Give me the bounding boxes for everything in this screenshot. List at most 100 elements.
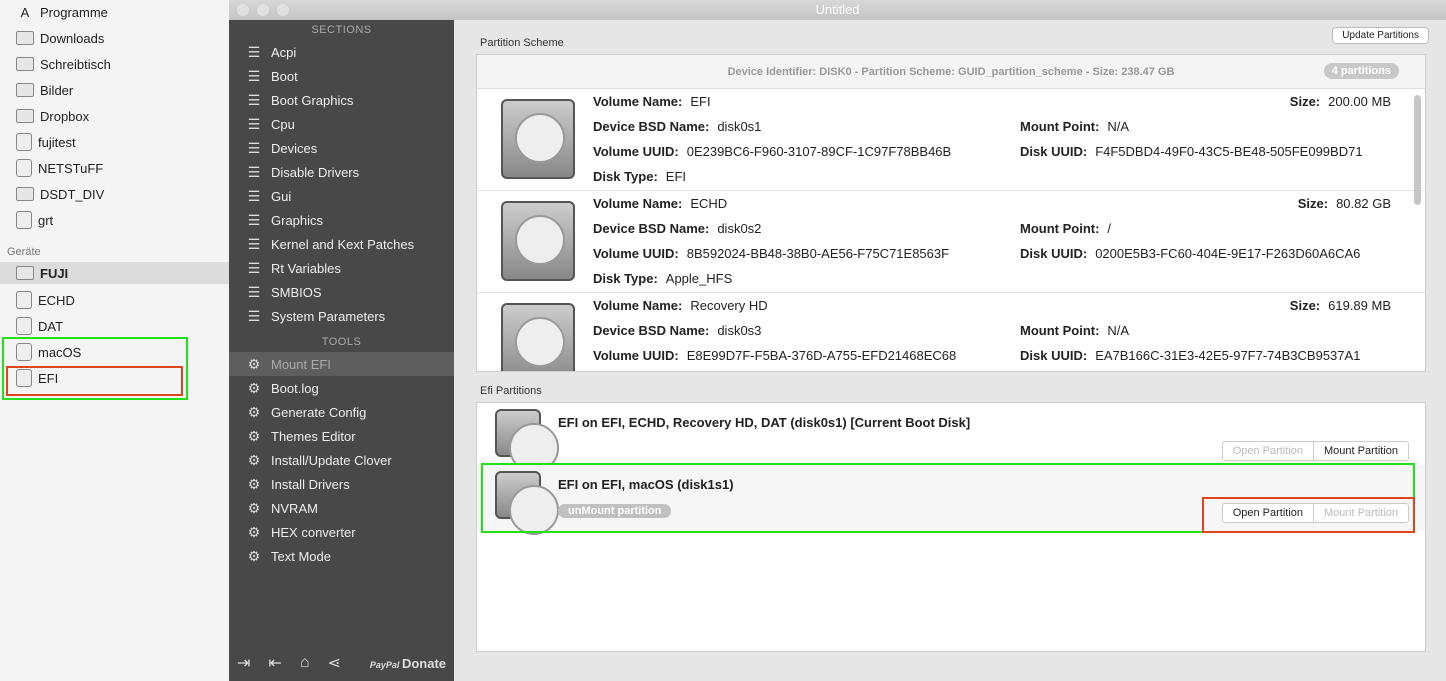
field-label: Device BSD Name:	[593, 323, 710, 338]
size: Size: 619.89 MB	[1290, 298, 1391, 313]
disk-uuid: Disk UUID: F4F5DBD4-49F0-43C5-BE48-505FE0…	[1020, 144, 1363, 159]
donate-button[interactable]: PayPal Donate	[370, 656, 446, 671]
paypal-icon: PayPal	[369, 659, 402, 670]
tools-header: TOOLS	[321, 336, 362, 348]
folder-icon	[16, 187, 34, 201]
field-label: Disk UUID:	[1020, 246, 1088, 261]
import-icon[interactable]: ⇥	[237, 653, 250, 673]
volume-name: Volume Name: EFI	[593, 94, 711, 109]
sidebar-item-rt-variables[interactable]: ☰ Rt Variables	[229, 256, 454, 280]
computer-icon	[16, 266, 34, 280]
sidebar-item-gui[interactable]: ☰ Gui	[229, 184, 454, 208]
folder-icon	[16, 31, 34, 45]
tool-item-install-update-clover[interactable]: ⚙ Install/Update Clover	[229, 448, 454, 472]
sidebar-item-cpu[interactable]: ☰ Cpu	[229, 112, 454, 136]
red-highlight	[6, 366, 183, 396]
app-window: Untitled SECTIONS ☰ Acpi ☰ Boot ☰ Boot Graphi…	[229, 0, 1446, 681]
finder-item-schreibtisch[interactable]: Schreibtisch	[16, 53, 226, 75]
field-value: 80.82 GB	[1336, 196, 1391, 211]
tool-item-install-drivers[interactable]: ⚙ Install Drivers	[229, 472, 454, 496]
finder-device-echd[interactable]: ECHD	[16, 289, 226, 311]
sidebar-item-graphics[interactable]: ☰ Graphics	[229, 208, 454, 232]
finder-item-grt[interactable]: grt	[16, 209, 226, 231]
main-panel: Partition Scheme Update Partitions Devic…	[454, 20, 1446, 681]
list-icon: ☰	[247, 115, 261, 132]
update-partitions-button[interactable]: Update Partitions	[1332, 27, 1429, 44]
finder-item-netstuff[interactable]: NETSTuFF	[16, 157, 226, 179]
title-bar: Untitled	[229, 0, 1446, 20]
tool-item-boot-log[interactable]: ⚙ Boot.log	[229, 376, 454, 400]
sidebar-item-devices[interactable]: ☰ Devices	[229, 136, 454, 160]
efi-row[interactable]: EFI on EFI, ECHD, Recovery HD, DAT (disk…	[477, 403, 1425, 473]
efi-partitions-label: Efi Partitions	[480, 385, 542, 397]
mount-point: Mount Point: N/A	[1020, 323, 1129, 338]
tool-icon: ⚙	[247, 427, 261, 444]
sections-header: SECTIONS	[311, 24, 372, 36]
field-value: N/A	[1107, 119, 1130, 134]
tool-item-hex-converter[interactable]: ⚙ HEX converter	[229, 520, 454, 544]
sidebar: SECTIONS ☰ Acpi ☰ Boot ☰ Boot Graphics ☰ Cpu ☰ De…	[229, 20, 454, 681]
field-value: disk0s3	[717, 323, 762, 338]
field-value: 200.00 MB	[1328, 94, 1391, 109]
export-icon[interactable]: ⇤	[268, 653, 281, 673]
close-button[interactable]	[237, 4, 249, 16]
list-icon: ☰	[247, 259, 261, 276]
sidebar-item-acpi[interactable]: ☰ Acpi	[229, 40, 454, 64]
sidebar-item-kernel-and-kext-patches[interactable]: ☰ Kernel and Kext Patches	[229, 232, 454, 256]
finder-item-fujitest[interactable]: fujitest	[16, 131, 226, 153]
finder-item-dropbox[interactable]: Dropbox	[16, 105, 226, 127]
field-value: disk0s2	[717, 221, 762, 236]
minimize-button[interactable]	[257, 4, 269, 16]
folder-icon	[16, 109, 34, 123]
disk-icon	[16, 211, 32, 229]
tool-item-mount-efi[interactable]: ⚙ Mount EFI	[229, 352, 454, 376]
bottom-toolbar: ⇥ ⇤ ⌂ ⋖ PayPal Donate	[237, 653, 446, 673]
tool-item-nvram[interactable]: ⚙ NVRAM	[229, 496, 454, 520]
apps-icon: A	[20, 4, 30, 20]
size: Size: 80.82 GB	[1298, 196, 1391, 211]
sidebar-item-boot[interactable]: ☰ Boot	[229, 64, 454, 88]
volume-uuid: Volume UUID: E8E99D7F-F5BA-376D-A755-EFD2…	[593, 348, 956, 363]
mount-partition-button[interactable]: Mount Partition	[1314, 442, 1408, 460]
list-icon: ☰	[247, 163, 261, 180]
field-label: Size:	[1297, 196, 1329, 211]
field-label: Volume Name:	[593, 298, 683, 313]
field-value: EFI	[665, 169, 687, 184]
partition-row: Volume Name: Recovery HD Device BSD Name: d…	[477, 293, 1425, 371]
hard-drive-icon	[495, 409, 559, 473]
sidebar-item-system-parameters[interactable]: ☰ System Parameters	[229, 304, 454, 328]
tool-item-generate-config[interactable]: ⚙ Generate Config	[229, 400, 454, 424]
bsd-name: Device BSD Name: disk0s3	[593, 323, 761, 338]
tool-item-themes-editor[interactable]: ⚙ Themes Editor	[229, 424, 454, 448]
finder-device-dat[interactable]: DAT	[16, 315, 226, 337]
disk-uuid: Disk UUID: 0200E5B3-FC60-404E-9E17-F263D6…	[1020, 246, 1360, 261]
list-icon: ☰	[247, 283, 261, 300]
open-partition-button[interactable]: Open Partition	[1223, 442, 1315, 460]
list-icon: ☰	[247, 43, 261, 60]
list-icon: ☰	[247, 91, 261, 108]
finder-item-programme[interactable]: A Programme	[16, 1, 226, 23]
red-highlight	[1202, 497, 1415, 533]
finder-item-dsdt-div[interactable]: DSDT_DIV	[16, 183, 226, 205]
sidebar-item-smbios[interactable]: ☰ SMBIOS	[229, 280, 454, 304]
scrollbar[interactable]	[1414, 95, 1421, 205]
zoom-button[interactable]	[277, 4, 289, 16]
field-value: 619.89 MB	[1328, 298, 1391, 313]
field-value: disk0s1	[717, 119, 762, 134]
list-icon: ☰	[247, 187, 261, 204]
partition-count-badge: 4 partitions	[1323, 63, 1399, 79]
list-icon: ☰	[247, 211, 261, 228]
tool-item-text-mode[interactable]: ⚙ Text Mode	[229, 544, 454, 568]
finder-item-bilder[interactable]: Bilder	[16, 79, 226, 101]
field-label: Volume UUID:	[593, 348, 679, 363]
field-value: E8E99D7F-F5BA-376D-A755-EFD21468EC68	[686, 348, 957, 363]
field-label: Volume Name:	[593, 94, 683, 109]
finder-device-fuji[interactable]: FUJI	[0, 262, 229, 284]
field-label: Volume UUID:	[593, 144, 679, 159]
sidebar-item-disable-drivers[interactable]: ☰ Disable Drivers	[229, 160, 454, 184]
sidebar-item-boot-graphics[interactable]: ☰ Boot Graphics	[229, 88, 454, 112]
home-icon[interactable]: ⌂	[300, 654, 310, 672]
finder-item-downloads[interactable]: Downloads	[16, 27, 226, 49]
share-icon[interactable]: ⋖	[327, 653, 340, 673]
disk-icon	[16, 317, 32, 335]
